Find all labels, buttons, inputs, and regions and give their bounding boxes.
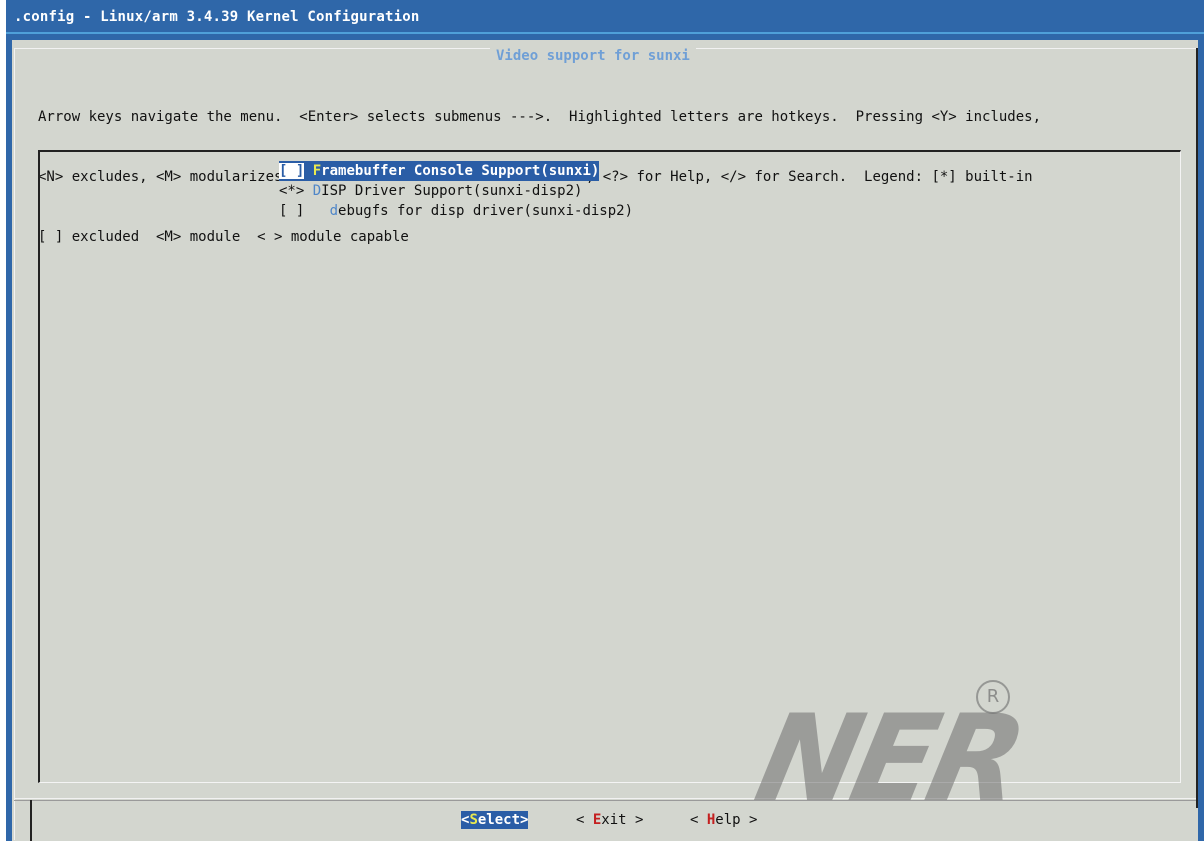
button-label: elect> (477, 812, 529, 828)
hotkey-letter: d (329, 203, 339, 219)
button-separator (14, 798, 1196, 799)
menu-item-framebuffer-console[interactable]: [ ] Framebuffer Console Support(sunxi) (279, 161, 600, 181)
button-open: < (690, 812, 707, 828)
menu-item-label: ISP Driver Support(sunxi-disp2) (321, 183, 583, 199)
menu-list-box (38, 150, 1181, 783)
checkbox-prefix[interactable]: <*> (279, 183, 304, 199)
menu-item-label: ramebuffer Console Support(sunxi) (321, 163, 600, 179)
menu-item-disp-driver[interactable]: <*> DISP Driver Support(sunxi-disp2) (279, 181, 582, 201)
button-label: xit > (601, 812, 644, 828)
button-label: elp > (715, 812, 758, 828)
button-open: < (576, 812, 593, 828)
hotkey-letter: D (312, 183, 322, 199)
hotkey-letter: F (312, 163, 322, 179)
menu-item-debugfs-disp[interactable]: [ ] debugfs for disp driver(sunxi-disp2) (279, 201, 633, 221)
dialog-border-right (1196, 48, 1198, 808)
help-line: Arrow keys navigate the menu. <Enter> se… (38, 109, 1042, 125)
dialog-title: Video support for sunxi (490, 48, 696, 64)
dialog-border-left (14, 48, 15, 840)
help-button[interactable]: < Help > (690, 811, 757, 829)
checkbox-prefix[interactable]: [ ] (279, 163, 305, 179)
checkbox-prefix[interactable]: [ ] (279, 203, 330, 219)
select-button[interactable]: <Select> (461, 811, 529, 829)
menu-item-label: ebugfs for disp driver(sunxi-disp2) (338, 203, 634, 219)
hotkey-letter: S (469, 812, 478, 828)
title-separator (6, 32, 1204, 34)
exit-button[interactable]: < Exit > (576, 811, 643, 829)
window-title: .config - Linux/arm 3.4.39 Kernel Config… (14, 9, 420, 25)
